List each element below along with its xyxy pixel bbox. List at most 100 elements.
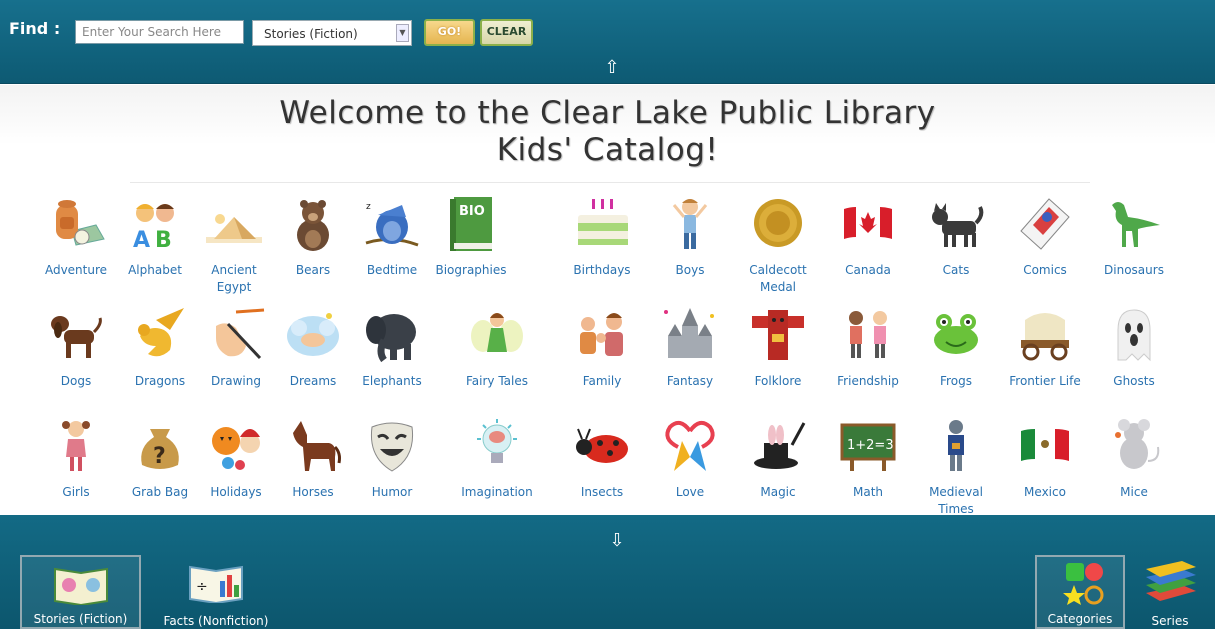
dog-icon (51, 316, 102, 358)
category-friendship[interactable]: Friendship (822, 306, 914, 390)
category-folklore[interactable]: Folklore (739, 306, 817, 390)
search-input[interactable] (75, 20, 244, 44)
category-label: Adventure (44, 263, 108, 277)
bio-book-icon: BIO (450, 197, 492, 251)
category-elephants[interactable]: Elephants (353, 306, 431, 390)
category-love[interactable]: Love (651, 417, 729, 501)
category-medieval-times[interactable]: Medieval Times (917, 417, 995, 518)
fairy-icon (471, 313, 523, 352)
category-fairy-tales[interactable]: Fairy Tales (458, 306, 536, 390)
tab-label: Facts (Nonfiction) (163, 614, 269, 628)
categories-shapes-icon (1063, 563, 1104, 605)
grab-bag-icon: ? (141, 429, 179, 469)
category-holidays[interactable]: Holidays (197, 417, 275, 501)
category-dreams[interactable]: Dreams (274, 306, 352, 390)
category-label: Grab Bag (131, 485, 189, 499)
category-label: Fairy Tales (465, 374, 528, 388)
dreaming-baby-icon (287, 313, 339, 356)
category-label: Ancient Egypt (211, 263, 257, 294)
category-frontier-life[interactable]: Frontier Life (1006, 306, 1084, 390)
category-label: Frogs (940, 374, 972, 388)
category-grab-bag[interactable]: ? Grab Bag (121, 417, 199, 501)
category-mexico[interactable]: Mexico (1006, 417, 1084, 501)
frog-icon (934, 314, 978, 354)
category-label: Fantasy (666, 374, 714, 388)
pyramid-icon (206, 214, 262, 243)
category-label: Dogs (60, 374, 92, 388)
elephant-icon (366, 314, 416, 363)
category-boys[interactable]: Boys (651, 195, 729, 279)
category-humor[interactable]: Humor (353, 417, 431, 501)
boy-icon (672, 199, 708, 249)
clear-button[interactable]: CLEAR (480, 19, 533, 46)
category-ghosts[interactable]: Ghosts (1095, 306, 1173, 390)
category-girls[interactable]: Girls (37, 417, 115, 501)
dragon-icon (138, 308, 184, 357)
tab-series[interactable]: Series (1135, 555, 1205, 629)
chalkboard-math-icon: 1+2=3 (840, 423, 896, 471)
category-label: Alphabet (128, 263, 182, 277)
category-family[interactable]: Family (563, 306, 641, 390)
facts-book-icon: ÷ (189, 565, 243, 603)
category-alphabet[interactable]: A B Alphabet (116, 195, 194, 279)
tab-label: Stories (Fiction) (33, 612, 128, 626)
search-type-select[interactable]: Stories (Fiction) ▼ (252, 20, 412, 46)
lightbulb-brain-icon (477, 419, 517, 463)
category-fantasy[interactable]: Fantasy (651, 306, 729, 390)
category-label: Frontier Life (1009, 374, 1081, 388)
page-title: Welcome to the Clear Lake Public Library… (0, 95, 1215, 169)
category-imagination[interactable]: Imagination (442, 417, 552, 501)
drawing-hand-icon (216, 308, 265, 360)
page-title-line1: Welcome to the Clear Lake Public Library (279, 95, 936, 131)
svg-text:÷: ÷ (196, 579, 208, 595)
go-button[interactable]: GO! (424, 19, 475, 46)
tab-categories[interactable]: Categories (1035, 555, 1125, 629)
category-canada[interactable]: Canada (829, 195, 907, 279)
category-magic[interactable]: Magic (739, 417, 817, 501)
find-label: Find : (9, 19, 61, 38)
category-dogs[interactable]: Dogs (37, 306, 115, 390)
chevron-down-icon: ▼ (396, 24, 409, 42)
backpack-icon (56, 200, 105, 246)
svg-text:1+2=3: 1+2=3 (847, 438, 894, 453)
category-bears[interactable]: Bears (274, 195, 352, 279)
comic-book-icon (1020, 198, 1070, 250)
category-label: Drawing (211, 374, 261, 388)
category-cats[interactable]: Cats (917, 195, 995, 279)
category-mice[interactable]: Mice (1095, 417, 1173, 501)
girl-icon (62, 421, 90, 471)
divider (130, 182, 1090, 183)
category-label: Insects (580, 485, 624, 499)
tab-label: Categories (1047, 612, 1113, 626)
category-insects[interactable]: Insects (563, 417, 641, 501)
collapse-up-arrow-icon[interactable]: ⇧ (599, 58, 625, 80)
category-horses[interactable]: Horses (274, 417, 352, 501)
expand-down-arrow-icon[interactable]: ⇩ (604, 531, 630, 553)
category-label: Dinosaurs (1104, 263, 1164, 277)
category-label: Math (852, 485, 884, 499)
book-stack-icon (1146, 561, 1196, 601)
category-adventure[interactable]: Adventure (37, 195, 115, 279)
comedy-mask-icon (370, 422, 414, 472)
svg-text:A: A (133, 228, 150, 253)
category-label: Elephants (362, 374, 422, 388)
category-label: Dreams (289, 374, 337, 388)
svg-text:?: ? (153, 444, 166, 469)
category-label: Ghosts (1113, 374, 1155, 388)
category-birthdays[interactable]: Birthdays (563, 195, 641, 279)
category-biographies[interactable]: BIO Biographies (416, 195, 526, 279)
category-dinosaurs[interactable]: Dinosaurs (1095, 195, 1173, 279)
category-caldecott-medal[interactable]: Caldecott Medal (739, 195, 817, 296)
castle-icon (664, 308, 714, 358)
totem-icon (752, 310, 804, 360)
tab-stories-fiction[interactable]: Stories (Fiction) (20, 555, 141, 629)
category-comics[interactable]: Comics (1006, 195, 1084, 279)
category-ancient-egypt[interactable]: Ancient Egypt (195, 195, 273, 296)
category-drawing[interactable]: Drawing (197, 306, 275, 390)
dinosaur-icon (1112, 202, 1160, 247)
category-frogs[interactable]: Frogs (917, 306, 995, 390)
category-dragons[interactable]: Dragons (121, 306, 199, 390)
tab-facts-nonfiction[interactable]: ÷ Facts (Nonfiction) (150, 555, 282, 629)
category-math[interactable]: 1+2=3 Math (829, 417, 907, 501)
birthday-cake-icon (578, 199, 628, 245)
